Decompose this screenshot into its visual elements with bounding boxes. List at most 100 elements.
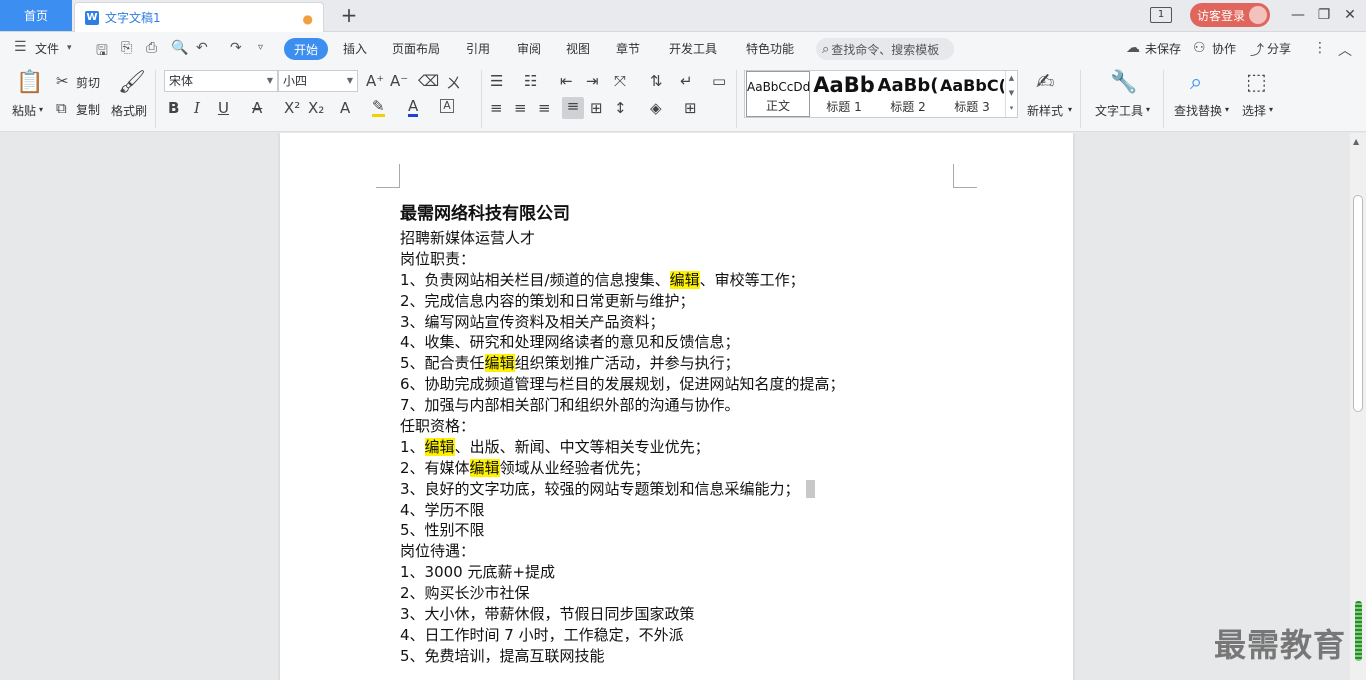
paragraph-line[interactable]: 任职资格：	[400, 416, 960, 437]
chevron-down-icon[interactable]: ▾	[67, 43, 72, 53]
close-icon[interactable]: ✕	[1340, 5, 1360, 25]
collapse-ribbon-icon[interactable]: ︿	[1338, 40, 1352, 60]
underline-icon[interactable]: U	[218, 99, 229, 117]
paragraph-line[interactable]: 7、加强与内部相关部门和组织外部的沟通与协作。	[400, 395, 960, 416]
document-tab[interactable]: W 文字文稿1 ●	[74, 2, 324, 32]
style-heading-2[interactable]: AaBb( 标题 2	[876, 71, 940, 117]
font-name-select[interactable]: 宋体 ▼	[164, 70, 278, 92]
document-body[interactable]: 招聘新媒体运营人才 岗位职责： 1、负责网站相关栏目/频道的信息搜集、编辑、审校等工…	[400, 228, 960, 667]
redo-icon[interactable]: ↷	[230, 40, 242, 56]
shading-icon[interactable]: ◈	[650, 99, 662, 117]
paragraph-line[interactable]: 2、有媒体编辑领域从业经验者优先；	[400, 458, 960, 479]
home-tab[interactable]: 首页	[0, 0, 72, 31]
paragraph-line[interactable]: 2、购买长沙市社保	[400, 583, 960, 604]
italic-icon[interactable]: I	[194, 99, 200, 117]
show-marks-icon[interactable]: ↵	[680, 72, 693, 90]
ruler-icon[interactable]: ▭	[712, 72, 726, 90]
text-tools-button[interactable]: 文字工具	[1095, 102, 1143, 119]
justify-icon[interactable]: ≡	[562, 97, 584, 119]
paragraph-line[interactable]: 2、完成信息内容的策划和日常更新与维护；	[400, 291, 960, 312]
chevron-down-icon[interactable]: ▾	[39, 105, 43, 114]
numbered-list-icon[interactable]: ☷	[524, 72, 537, 90]
styles-scroll[interactable]: ▲ ▼ ▾	[1005, 71, 1017, 117]
paragraph-line[interactable]: 4、收集、研究和处理网络读者的意见和反馈信息；	[400, 332, 960, 353]
strikethrough-icon[interactable]: A	[252, 99, 262, 117]
select-icon[interactable]: ⬚	[1246, 70, 1267, 95]
chevron-down-icon[interactable]: ▾	[1225, 105, 1229, 114]
paragraph-line[interactable]: 5、免费培训，提高互联网技能	[400, 646, 960, 667]
hamburger-icon[interactable]: ☰	[14, 39, 27, 55]
chevron-down-icon[interactable]: ▾	[1269, 105, 1273, 114]
superscript-icon[interactable]: X²	[284, 99, 300, 117]
chinese-layout-icon[interactable]: ⤧	[614, 72, 626, 90]
paragraph-line[interactable]: 6、协助完成频道管理与栏目的发展规划，促进网站知名度的提高；	[400, 374, 960, 395]
collab-button[interactable]: 协作	[1212, 40, 1236, 57]
scrollbar-thumb[interactable]	[1353, 195, 1363, 412]
tab-insert[interactable]: 插入	[343, 40, 367, 57]
style-normal[interactable]: AaBbCcDd 正文	[746, 71, 810, 117]
decrease-indent-icon[interactable]: ⇤	[560, 72, 573, 90]
select-button[interactable]: 选择	[1242, 102, 1266, 119]
font-size-select[interactable]: 小四 ▼	[278, 70, 358, 92]
more-icon[interactable]: ⋮	[1313, 40, 1327, 56]
new-style-icon[interactable]: ✍	[1036, 70, 1054, 95]
tab-home[interactable]: 开始	[284, 38, 328, 60]
share-button[interactable]: 分享	[1267, 40, 1291, 57]
scroll-up-icon[interactable]: ▲	[1353, 137, 1359, 146]
paragraph-line[interactable]: 招聘新媒体运营人才	[400, 228, 960, 249]
print-preview-icon[interactable]: 🔍	[171, 40, 188, 56]
highlight-icon[interactable]: ✎	[372, 99, 385, 117]
char-border-icon[interactable]: A	[440, 99, 454, 113]
style-heading-3[interactable]: AaBbC( 标题 3	[940, 71, 1004, 117]
text-effect-icon[interactable]: A	[340, 99, 350, 117]
increase-indent-icon[interactable]: ⇥	[586, 72, 599, 90]
tab-review[interactable]: 审阅	[517, 40, 541, 57]
vertical-scrollbar[interactable]: ▲	[1350, 133, 1366, 680]
window-layout-icon[interactable]: 1	[1150, 7, 1172, 23]
document-page[interactable]: 最需网络科技有限公司 招聘新媒体运营人才 岗位职责： 1、负责网站相关栏目/频道的信…	[280, 133, 1073, 680]
align-left-icon[interactable]: ≡	[490, 99, 503, 117]
tab-references[interactable]: 引用	[466, 40, 490, 57]
document-title[interactable]: 最需网络科技有限公司	[400, 199, 570, 224]
chevron-up-icon[interactable]: ▲	[1006, 71, 1017, 86]
font-color-icon[interactable]: A	[408, 99, 419, 117]
tab-view[interactable]: 视图	[566, 40, 590, 57]
tab-section[interactable]: 章节	[616, 40, 640, 57]
bold-icon[interactable]: B	[168, 99, 179, 117]
cut-button[interactable]: 剪切	[76, 74, 100, 91]
paragraph-line[interactable]: 5、性别不限	[400, 520, 960, 541]
paste-icon[interactable]: 📋	[16, 70, 43, 95]
paragraph-line[interactable]: 4、学历不限	[400, 500, 960, 521]
paragraph-line[interactable]: 3、大小休，带薪休假，节假日同步国家政策	[400, 604, 960, 625]
guest-login-button[interactable]: 访客登录	[1190, 3, 1270, 27]
undo-icon[interactable]: ↶	[196, 40, 208, 56]
paragraph-line[interactable]: 3、编写网站宣传资料及相关产品资料；	[400, 312, 960, 333]
new-tab-plus-icon[interactable]: +	[338, 4, 360, 26]
clear-format-icon[interactable]: ⌫	[418, 72, 439, 90]
chevron-down-icon[interactable]: ▾	[1146, 105, 1150, 114]
tab-special-features[interactable]: 特色功能	[746, 40, 794, 57]
find-icon[interactable]: ⌕	[1190, 70, 1202, 95]
paragraph-line[interactable]: 4、日工作时间 7 小时，工作稳定，不外派	[400, 625, 960, 646]
save-icon[interactable]: 🖫	[96, 40, 108, 64]
command-search-input[interactable]: ⌕ 查找命令、搜索模板	[816, 38, 954, 60]
paragraph-line[interactable]: 1、负责网站相关栏目/频道的信息搜集、编辑、审校等工作；	[400, 270, 960, 291]
sort-icon[interactable]: ⇅	[650, 72, 663, 90]
restore-icon[interactable]: ❐	[1314, 5, 1334, 25]
paragraph-line[interactable]: 1、编辑、出版、新闻、中文等相关专业优先；	[400, 437, 960, 458]
phonetic-guide-icon[interactable]: ㄨ	[446, 72, 461, 93]
line-spacing-icon[interactable]: ↕	[614, 99, 627, 117]
bullet-list-icon[interactable]: ☰	[490, 72, 503, 90]
align-right-icon[interactable]: ≡	[538, 99, 551, 117]
paragraph-line[interactable]: 1、3000 元底薪+提成	[400, 562, 960, 583]
export-icon[interactable]: ⎘	[121, 40, 132, 56]
wrench-icon[interactable]: 🔧	[1110, 70, 1137, 95]
tab-developer[interactable]: 开发工具	[669, 40, 717, 57]
chevron-down-icon[interactable]: ▼	[1006, 86, 1017, 101]
paragraph-line[interactable]: 岗位待遇：	[400, 541, 960, 562]
shrink-font-icon[interactable]: A⁻	[390, 72, 408, 90]
file-menu[interactable]: 文件	[35, 40, 59, 57]
expand-styles-icon[interactable]: ▾	[1006, 101, 1017, 116]
distributed-align-icon[interactable]: ⊞	[590, 99, 603, 117]
grow-font-icon[interactable]: A⁺	[366, 72, 384, 90]
